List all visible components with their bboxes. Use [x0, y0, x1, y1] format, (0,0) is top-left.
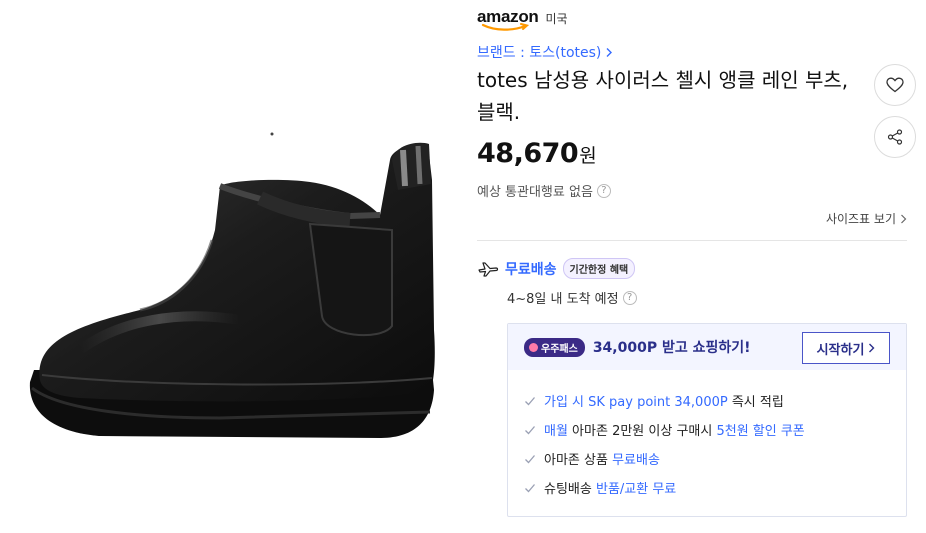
- benefit-highlight: 매월: [544, 424, 568, 439]
- benefit-plain: 즉시 적립: [727, 395, 784, 410]
- customs-text: 예상 통관대행료 없음: [477, 185, 593, 200]
- chevron-right-icon: [901, 214, 907, 223]
- product-title: totes 남성용 사이러스 첼시 앵클 레인 부츠, 블랙.: [477, 68, 849, 124]
- size-chart-label: 사이즈표 보기: [825, 212, 896, 226]
- benefit-item: 슈팅배송 반품/교환 무료: [524, 473, 890, 502]
- brand-link[interactable]: 브랜드 : 토스(totes): [477, 42, 613, 62]
- wishlist-button[interactable]: [874, 64, 916, 106]
- uju-pass-badge: 우주패스: [524, 337, 585, 357]
- check-icon: [525, 454, 535, 463]
- uju-pass-label: 우주패스: [541, 343, 578, 355]
- benefit-item: 매월 아마존 2만원 이상 구매시 5천원 할인 쿠폰: [524, 415, 890, 444]
- seller-row: amazon 미국: [477, 6, 568, 31]
- heart-icon: [886, 77, 904, 93]
- benefit-text: 아마존 상품 무료배송: [544, 449, 660, 468]
- share-icon: [887, 129, 903, 145]
- benefit-plain: 슈팅배송: [544, 482, 596, 497]
- delivery-eta: 4~8일 내 도착 예정 ?: [507, 288, 637, 307]
- check-icon: [525, 396, 535, 405]
- product-info-panel: amazon 미국 브랜드 : 토스(totes) totes 남성용 사이러스…: [477, 0, 916, 533]
- brand-label: 브랜드 : 토스(totes): [477, 45, 602, 61]
- free-delivery-label: 무료배송: [505, 261, 557, 278]
- delivery-row: 무료배송 기간한정 혜택: [477, 258, 636, 279]
- chevron-right-icon: [869, 343, 875, 353]
- amazon-smile-icon: [481, 23, 530, 31]
- limited-time-badge: 기간한정 혜택: [562, 258, 636, 279]
- check-icon: [525, 425, 535, 434]
- divider: [477, 240, 907, 241]
- share-button[interactable]: [874, 116, 916, 158]
- start-button[interactable]: 시작하기: [802, 332, 890, 364]
- benefit-text: 슈팅배송 반품/교환 무료: [544, 478, 676, 497]
- customs-fee-info: 예상 통관대행료 없음 ?: [477, 181, 611, 200]
- amazon-logo[interactable]: amazon: [477, 7, 539, 31]
- price-value: 48,670: [477, 138, 579, 169]
- benefit-list: 가입 시 SK pay point 34,000P 즉시 적립매월 아마존 2만…: [508, 370, 906, 502]
- benefit-item: 가입 시 SK pay point 34,000P 즉시 적립: [524, 386, 890, 415]
- benefit-text: 매월 아마존 2만원 이상 구매시 5천원 할인 쿠폰: [544, 420, 805, 439]
- benefit-plain: 아마존 2만원 이상 구매시: [567, 424, 717, 439]
- benefit-highlight: 가입 시 SK pay point 34,000P: [544, 395, 728, 410]
- planet-icon: [529, 342, 538, 352]
- check-icon: [525, 483, 535, 492]
- benefit-header: 우주패스 34,000P 받고 쇼핑하기! 시작하기: [508, 324, 906, 370]
- start-button-label: 시작하기: [816, 342, 865, 358]
- seller-country: 미국: [545, 11, 568, 26]
- question-icon[interactable]: ?: [622, 290, 637, 305]
- price: 48,670 원: [477, 138, 597, 169]
- price-unit: 원: [579, 145, 597, 167]
- product-image[interactable]: [20, 120, 450, 450]
- chevron-right-icon: [606, 47, 613, 57]
- benefit-text: 가입 시 SK pay point 34,000P 즉시 적립: [544, 391, 784, 410]
- membership-benefit-box: 우주패스 34,000P 받고 쇼핑하기! 시작하기 가입 시 SK pay p…: [507, 323, 907, 517]
- benefit-headline: 34,000P 받고 쇼핑하기!: [592, 340, 751, 356]
- eta-text: 4~8일 내 도착 예정: [507, 292, 619, 307]
- benefit-item: 아마존 상품 무료배송: [524, 444, 890, 473]
- plane-icon: [478, 261, 499, 277]
- benefit-highlight: 반품/교환 무료: [595, 482, 677, 497]
- size-chart-link[interactable]: 사이즈표 보기: [826, 210, 907, 227]
- question-icon[interactable]: ?: [596, 183, 611, 198]
- benefit-highlight: 무료배송: [612, 453, 660, 468]
- benefit-highlight: 5천원 할인 쿠폰: [716, 424, 805, 439]
- benefit-plain: 아마존 상품: [544, 453, 613, 468]
